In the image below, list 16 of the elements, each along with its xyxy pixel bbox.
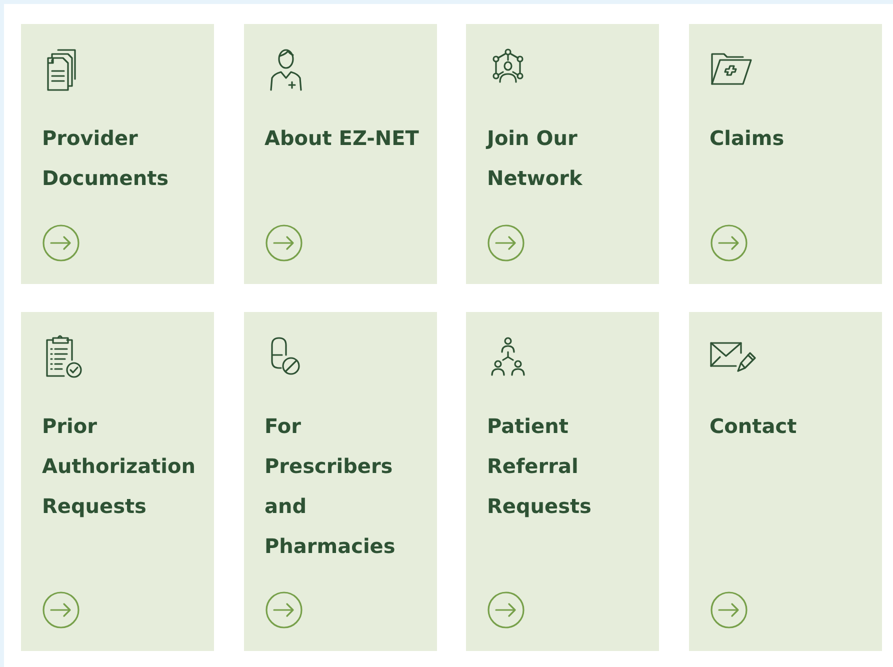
card-title: Patient Referral Requests bbox=[487, 413, 592, 520]
arrow-circle-icon[interactable] bbox=[42, 591, 80, 629]
card-title: Prior Authorization Requests bbox=[42, 413, 197, 520]
arrow-circle-icon[interactable] bbox=[710, 591, 748, 629]
arrow-circle-icon[interactable] bbox=[264, 591, 302, 629]
card-title: Claims bbox=[710, 125, 784, 152]
arrow-circle-icon[interactable] bbox=[487, 591, 525, 629]
arrow-circle-icon[interactable] bbox=[264, 224, 302, 262]
arrow-circle-icon[interactable] bbox=[42, 224, 80, 262]
card-title: Provider Documents bbox=[42, 125, 170, 192]
arrow-circle-icon[interactable] bbox=[710, 224, 748, 262]
arrow-circle-icon[interactable] bbox=[487, 224, 525, 262]
card-title: Join Our Network bbox=[487, 125, 584, 192]
card-title: About EZ-NET bbox=[264, 125, 419, 152]
card-title: Contact bbox=[710, 413, 797, 440]
card-title: For Prescribers and Pharmacies bbox=[264, 413, 396, 560]
